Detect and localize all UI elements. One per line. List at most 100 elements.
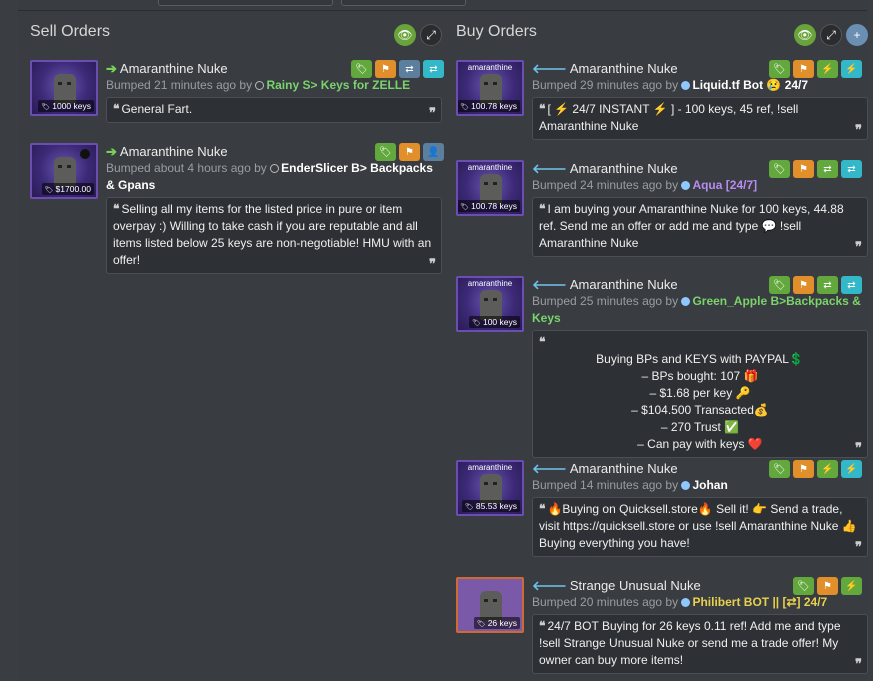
trade-offer-button[interactable]: ⇄ (423, 60, 444, 78)
add-friend-button[interactable]: 👤 (423, 143, 444, 161)
quote-close-icon: ❞ (855, 656, 862, 671)
offline-status-icon (255, 81, 265, 90)
filter-input[interactable] (158, 0, 333, 6)
quote-open-icon: ❝ (539, 335, 546, 349)
buy-orders-column: Buy Orders 👁 ⤢ + amaranthine 🏷 100.78 key… (456, 18, 868, 674)
arrow-right-icon: ➔ (106, 143, 117, 159)
user-link[interactable]: Liquid.tf Bot 😢 24/7 (692, 78, 808, 92)
price-tag-button[interactable]: 🏷 (351, 60, 372, 78)
item-thumbnail[interactable]: 🏷 1000 keys (30, 60, 98, 116)
plus-icon[interactable]: + (846, 24, 868, 46)
instant-trade-button[interactable]: ⚡ (841, 577, 862, 595)
effect-dot-icon (80, 149, 90, 159)
thumbnail-label: amaranthine (467, 463, 513, 472)
online-status-icon (681, 481, 691, 490)
price-tag: 🏷 100.78 keys (458, 100, 520, 112)
report-flag-button[interactable]: ⚑ (399, 143, 420, 161)
sell-orders-header: Sell Orders 👁 ⤢ (30, 18, 442, 52)
trade-button[interactable]: ⇄ (817, 160, 838, 178)
item-thumbnail[interactable]: 🏷 26 keys (456, 577, 524, 633)
quote-close-icon: ❞ (855, 122, 862, 137)
item-thumbnail[interactable]: amaranthine 🏷 85.53 keys (456, 460, 524, 516)
price-tag-button[interactable]: 🏷 (769, 276, 790, 294)
report-flag-button[interactable]: ⚑ (793, 276, 814, 294)
user-link[interactable]: Aqua [24/7] (692, 178, 757, 192)
trade-button[interactable]: ⇄ (399, 60, 420, 78)
page-edge-left (0, 0, 18, 681)
expand-icon[interactable]: ⤢ (820, 24, 842, 46)
arrow-left-icon: 🡐 (532, 60, 567, 76)
message-line: – Can pay with keys ❤️ (637, 437, 763, 451)
quote-open-icon: ❝ (539, 202, 546, 216)
listing-message: ❝[ ⚡ 24/7 INSTANT ⚡ ] - 100 keys, 45 ref… (532, 97, 868, 140)
price-tag: 🏷 26 keys (473, 617, 520, 629)
price-tag-button[interactable]: 🏷 (793, 577, 814, 595)
online-status-icon (681, 598, 691, 607)
arrow-right-icon: ➔ (106, 60, 117, 76)
item-thumbnail[interactable]: 🏷 $1700.00 (30, 143, 98, 199)
online-status-icon (681, 297, 691, 306)
online-status-icon (681, 81, 691, 90)
item-thumbnail[interactable]: amaranthine 🏷 100 keys (456, 276, 524, 332)
listing-message: ❝ General Fart. ❞ (106, 97, 442, 123)
instant-trade-button[interactable]: ⚡ (817, 460, 838, 478)
eye-icon[interactable]: 👁 (794, 24, 816, 46)
report-flag-button[interactable]: ⚑ (817, 577, 838, 595)
price-tag: 🏷 100.78 keys (458, 200, 520, 212)
bumped-info: Bumped 24 minutes ago by Aqua [24/7] (532, 178, 758, 192)
message-line: – $1.68 per key 🔑 (649, 386, 751, 400)
listing-message: ❝ Selling all my items for the listed pri… (106, 197, 442, 274)
report-flag-button[interactable]: ⚑ (793, 460, 814, 478)
sell-orders-column: Sell Orders 👁 ⤢ 🏷 1000 keys ➔ Amaranthine … (30, 18, 444, 274)
eye-icon[interactable]: 👁 (394, 24, 416, 46)
user-link[interactable]: Johan (692, 478, 727, 492)
price-tag: 🏷 $1700.00 (41, 183, 94, 195)
trade-offer-button[interactable]: ⇄ (841, 160, 862, 178)
price-tag-button[interactable]: 🏷 (375, 143, 396, 161)
price-tag: 🏷 1000 keys (38, 100, 94, 112)
price-tag: 🏷 85.53 keys (461, 500, 520, 512)
message-line: – 270 Trust ✅ (660, 420, 740, 434)
sell-orders-title: Sell Orders (30, 23, 111, 40)
listing-message: ❝ I am buying your Amaranthine Nuke for 1… (532, 197, 868, 257)
listing-message: ❝ 🔥Buying on Quicksell.store🔥 Sell it! 👉 … (532, 497, 868, 557)
expand-icon[interactable]: ⤢ (420, 24, 442, 46)
price-tag-button[interactable]: 🏷 (769, 460, 790, 478)
bolt-trade-button[interactable]: ⚡ (841, 60, 862, 78)
bumped-info: Bumped 20 minutes ago by Philibert BOT |… (532, 595, 828, 609)
message-line: – $104.500 Transacted💰 (631, 403, 769, 417)
arrow-left-icon: 🡐 (532, 160, 567, 176)
price-tag-button[interactable]: 🏷 (769, 160, 790, 178)
quote-open-icon: ❝ (113, 202, 120, 216)
trade-offer-button[interactable]: ⇄ (841, 276, 862, 294)
arrow-left-icon: 🡐 (532, 460, 567, 476)
bolt-trade-button[interactable]: ⚡ (841, 460, 862, 478)
listing-message: ❝ 24/7 BOT Buying for 26 keys 0.11 ref! A… (532, 614, 868, 674)
message-line: Buying BPs and KEYS with PAYPAL💲 (596, 352, 804, 366)
filter-select[interactable] (341, 0, 466, 6)
quote-open-icon: ❝ (539, 619, 546, 633)
bumped-info: Bumped about 4 hours ago by EnderSlicer … (106, 161, 433, 192)
report-flag-button[interactable]: ⚑ (793, 60, 814, 78)
quote-close-icon: ❞ (429, 105, 436, 120)
thumbnail-label: amaranthine (467, 63, 513, 72)
online-status-icon (681, 181, 691, 190)
instant-trade-button[interactable]: ⚡ (817, 60, 838, 78)
report-flag-button[interactable]: ⚑ (375, 60, 396, 78)
report-flag-button[interactable]: ⚑ (793, 160, 814, 178)
user-link[interactable]: Rainy S> Keys for ZELLE (266, 78, 410, 92)
trade-button[interactable]: ⇄ (817, 276, 838, 294)
price-tag-button[interactable]: 🏷 (769, 60, 790, 78)
bumped-info: Bumped 14 minutes ago by Johan (532, 478, 728, 492)
item-thumbnail[interactable]: amaranthine 🏷 100.78 keys (456, 160, 524, 216)
thumbnail-label: amaranthine (467, 163, 513, 172)
buy-orders-title: Buy Orders (456, 23, 537, 40)
item-thumbnail[interactable]: amaranthine 🏷 100.78 keys (456, 60, 524, 116)
quote-close-icon: ❞ (855, 539, 862, 554)
arrow-left-icon: 🡐 (532, 577, 567, 593)
quote-close-icon: ❞ (855, 440, 862, 455)
bumped-info: Bumped 29 minutes ago by Liquid.tf Bot 😢… (532, 78, 809, 92)
thumbnail-label: amaranthine (467, 279, 513, 288)
bumped-info: Bumped 21 minutes ago by Rainy S> Keys f… (106, 78, 411, 92)
user-link[interactable]: Philibert BOT || [⇄] 24/7 (692, 595, 827, 609)
